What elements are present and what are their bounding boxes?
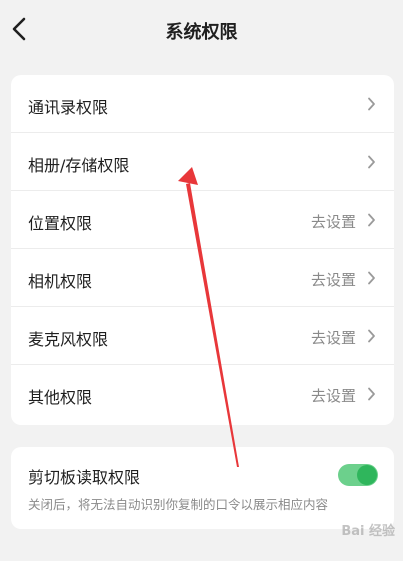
go-settings-label: 去设置 [310, 387, 356, 405]
chevron-right-icon [368, 97, 375, 111]
chevron-right-icon [368, 213, 375, 227]
clipboard-card: 剪切板读取权限 关闭后，将无法自动识别你复制的口令以展示相应内容 [11, 447, 394, 529]
permission-row-microphone[interactable]: 麦克风权限 去设置 [11, 307, 394, 365]
clipboard-description: 关闭后，将无法自动识别你复制的口令以展示相应内容 [28, 497, 329, 512]
permission-label: 相机权限 [28, 272, 93, 291]
go-settings-label: 去设置 [310, 329, 356, 347]
go-settings-label: 去设置 [310, 271, 356, 289]
permission-row-location[interactable]: 位置权限 去设置 [11, 191, 394, 249]
permission-label: 通讯录权限 [28, 98, 109, 117]
chevron-right-icon [368, 387, 375, 401]
permission-label: 麦克风权限 [28, 330, 109, 349]
permission-row-camera[interactable]: 相机权限 去设置 [11, 249, 394, 307]
clipboard-title: 剪切板读取权限 [28, 468, 141, 487]
go-settings-label: 去设置 [310, 213, 356, 231]
page-title: 系统权限 [165, 22, 238, 43]
chevron-right-icon [368, 271, 375, 285]
chevron-right-icon [368, 155, 375, 169]
clipboard-toggle[interactable] [338, 464, 378, 486]
watermark-logo: Bai 经验 [341, 524, 395, 539]
permission-row-contacts[interactable]: 通讯录权限 [11, 75, 394, 133]
permission-label: 其他权限 [28, 388, 93, 407]
permission-label: 位置权限 [28, 214, 93, 233]
permission-label: 相册/存储权限 [28, 156, 130, 175]
chevron-right-icon [368, 329, 375, 343]
permission-row-other[interactable]: 其他权限 去设置 [11, 365, 394, 423]
permission-row-album-storage[interactable]: 相册/存储权限 [11, 133, 394, 191]
permissions-card: 通讯录权限 相册/存储权限 位置权限 去设置 相机权限 去设置 麦克风权限 去设… [11, 75, 394, 425]
toggle-knob [357, 465, 377, 485]
header: 系统权限 [0, 0, 403, 62]
